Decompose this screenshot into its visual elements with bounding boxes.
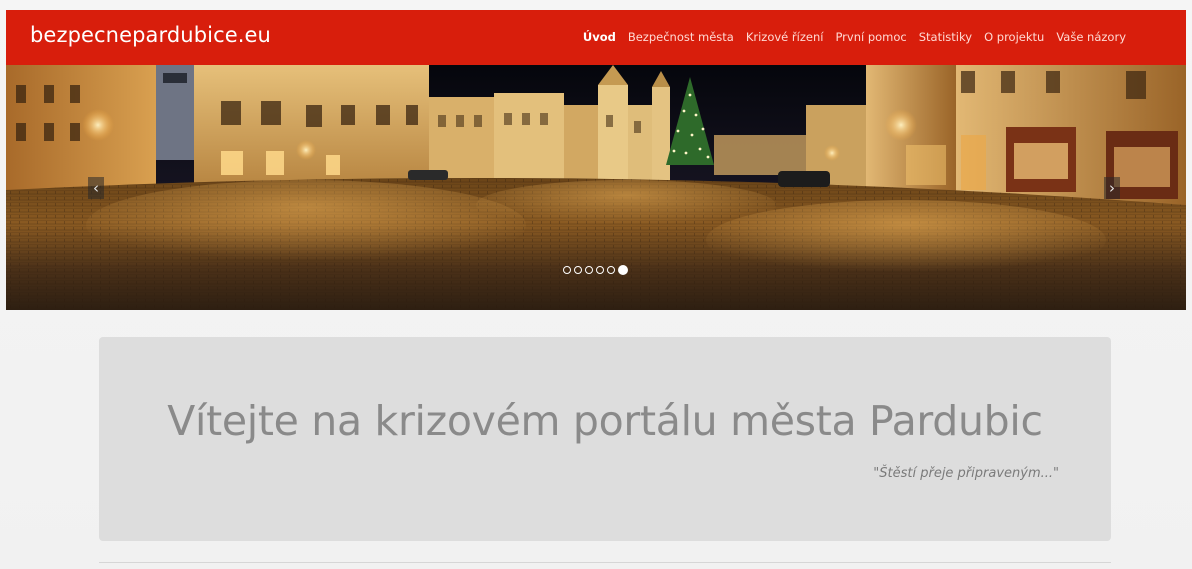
- carousel-next-button[interactable]: ›: [1104, 177, 1120, 199]
- nav-item-statistiky[interactable]: Statistiky: [919, 30, 972, 44]
- hero-carousel: ‹ ›: [6, 65, 1186, 310]
- nav-item-krizove-rizeni[interactable]: Krizové řízení: [746, 30, 824, 44]
- divider: [99, 562, 1111, 563]
- carousel-indicator[interactable]: [596, 266, 604, 274]
- nav-item-bezpecnost-mesta[interactable]: Bezpečnost města: [628, 30, 734, 44]
- page: bezpecnepardubice.eu Úvod Bezpečnost měs…: [0, 0, 1192, 569]
- carousel-indicator[interactable]: [607, 266, 615, 274]
- carousel-indicator[interactable]: [574, 266, 582, 274]
- welcome-title: Vítejte na krizovém portálu města Pardub…: [167, 397, 1043, 445]
- carousel-indicator[interactable]: [563, 266, 571, 274]
- carousel-prev-button[interactable]: ‹: [88, 177, 104, 199]
- carousel-indicator-active[interactable]: [618, 265, 628, 275]
- top-navbar: bezpecnepardubice.eu Úvod Bezpečnost měs…: [6, 10, 1186, 66]
- welcome-jumbotron: Vítejte na krizovém portálu města Pardub…: [99, 337, 1111, 541]
- chevron-right-icon: ›: [1109, 179, 1115, 197]
- nav-item-uvod[interactable]: Úvod: [583, 30, 616, 44]
- welcome-quote: "Štěstí přeje připraveným...": [873, 466, 1059, 481]
- chevron-left-icon: ‹: [93, 179, 99, 197]
- carousel-indicator[interactable]: [585, 266, 593, 274]
- nav-item-prvni-pomoc[interactable]: První pomoc: [835, 30, 906, 44]
- nav-item-o-projektu[interactable]: O projektu: [984, 30, 1044, 44]
- main-nav: Úvod Bezpečnost města Krizové řízení Prv…: [571, 30, 1126, 44]
- nav-item-vase-nazory[interactable]: Vaše názory: [1056, 30, 1126, 44]
- site-brand-link[interactable]: bezpecnepardubice.eu: [30, 23, 271, 47]
- carousel-indicators: [563, 265, 628, 275]
